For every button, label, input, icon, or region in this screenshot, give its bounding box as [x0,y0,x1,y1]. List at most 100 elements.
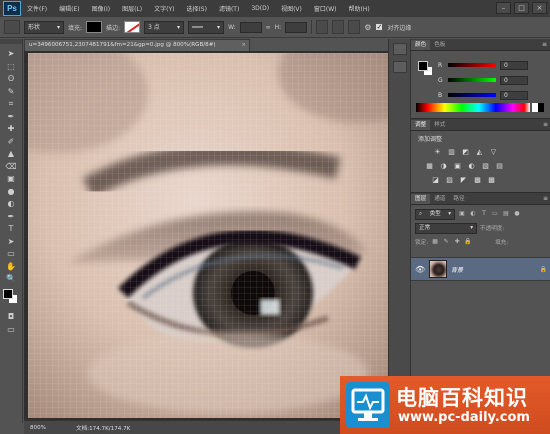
path-arrangement-icon[interactable] [348,20,361,34]
color-spectrum[interactable] [416,103,530,112]
stroke-size-select[interactable]: 3 点 ▾ [144,20,185,34]
green-slider[interactable] [448,78,496,82]
dodge-tool-icon[interactable]: ◐ [4,198,19,210]
invert-icon[interactable]: ◪ [431,176,440,185]
brush-tool-icon[interactable]: ✐ [4,136,19,148]
foreground-color-swatch[interactable] [418,61,428,71]
zoom-level[interactable]: 800% [30,425,46,431]
gradient-map-icon[interactable]: ▩ [473,176,482,185]
close-icon[interactable]: × [241,40,246,51]
path-alignment-icon[interactable] [332,20,345,34]
blend-mode-select[interactable]: 正常 ▾ [415,222,477,234]
fill-swatch[interactable] [86,21,103,33]
channel-mixer-icon[interactable]: ▧ [481,162,490,171]
menu-3d[interactable]: 3D(D) [251,5,269,12]
blue-value[interactable]: 0 [500,90,528,100]
layer-name[interactable]: 背景 [451,265,536,274]
filter-smart-object-icon[interactable]: ▤ [502,210,510,218]
exposure-icon[interactable]: ◭ [475,148,484,157]
green-value[interactable]: 0 [500,75,528,85]
close-button[interactable]: × [532,2,547,14]
eraser-tool-icon[interactable]: ⌫ [4,161,19,173]
eye-icon[interactable]: 👁 [415,265,425,274]
lock-position-icon[interactable]: ✚ [453,238,461,246]
tab-paths[interactable]: 路径 [449,194,468,204]
red-value[interactable]: 0 [500,60,528,70]
gradient-tool-icon[interactable]: ▣ [4,173,19,185]
menu-type[interactable]: 文字(Y) [154,4,174,13]
tab-layers[interactable]: 图层 [411,194,431,204]
canvas-eye-image[interactable] [28,53,398,418]
tab-color[interactable]: 颜色 [411,40,431,50]
width-field[interactable] [239,21,262,33]
color-lookup-icon[interactable]: ▤ [495,162,504,171]
lock-transparency-icon[interactable]: ▦ [431,238,439,246]
screen-mode-icon[interactable]: ▭ [4,324,19,336]
foreground-color-swatch[interactable] [3,289,13,299]
black-white-ramp[interactable] [532,103,544,112]
filter-adjustment-icon[interactable]: ◐ [469,210,477,218]
rectangle-tool-icon[interactable]: ▭ [4,248,19,260]
history-panel-icon[interactable] [392,43,407,55]
path-operations-icon[interactable] [316,20,329,34]
black-white-icon[interactable]: ▣ [453,162,462,171]
move-tool-icon[interactable]: ➤ [4,48,19,60]
tool-mode-select[interactable]: 形状 ▾ [24,20,64,34]
tab-swatches[interactable]: 色板 [430,40,449,50]
menu-edit[interactable]: 编辑(E) [59,4,79,13]
color-balance-icon[interactable]: ◑ [439,162,448,171]
zoom-tool-icon[interactable]: 🔍 [4,273,19,285]
layer-filter-select[interactable]: ⌕ 类型 ▾ [415,208,455,220]
maximize-button[interactable]: □ [514,2,529,14]
panel-menu-icon[interactable]: ≡ [543,193,548,204]
panel-grip[interactable] [0,39,22,44]
stroke-type-select[interactable]: ━━━ ▾ [188,20,225,34]
blur-tool-icon[interactable]: ● [4,186,19,198]
document-info[interactable]: 文档:174.7K/174.7K [76,424,130,432]
type-tool-icon[interactable]: T [4,223,19,235]
red-slider[interactable] [448,63,496,67]
clone-stamp-tool-icon[interactable]: ▲ [4,148,19,160]
color-panel-swatches[interactable] [418,61,434,77]
minimize-button[interactable]: – [496,2,511,14]
marquee-tool-icon[interactable]: ⬚ [4,61,19,73]
tab-channels[interactable]: 通道 [430,194,449,204]
stroke-swatch[interactable] [124,21,141,33]
levels-icon[interactable]: ▥ [447,148,456,157]
menu-file[interactable]: 文件(F) [27,4,47,13]
lock-pixels-icon[interactable]: ✎ [442,238,450,246]
hand-tool-icon[interactable]: ✋ [4,261,19,273]
filter-shape-icon[interactable]: ▭ [491,210,499,218]
menu-filter[interactable]: 滤镜(T) [219,4,239,13]
shape-tool-preset-icon[interactable] [4,20,20,34]
posterize-icon[interactable]: ▨ [445,176,454,185]
curves-icon[interactable]: ◩ [461,148,470,157]
selective-color-icon[interactable]: ▩ [487,176,496,185]
crop-tool-icon[interactable]: ⌗ [4,98,19,110]
filter-toggle-icon[interactable]: ● [513,210,521,218]
quick-mask-icon[interactable]: ◘ [4,311,19,323]
photo-filter-icon[interactable]: ◐ [467,162,476,171]
menu-image[interactable]: 图像(I) [92,4,110,13]
blue-slider[interactable] [448,93,496,97]
path-select-tool-icon[interactable]: ➤ [4,236,19,248]
vibrance-icon[interactable]: ▽ [489,148,498,157]
brightness-contrast-icon[interactable]: ☀ [433,148,442,157]
layer-row-background[interactable]: 👁 背景 🔒 [411,257,550,281]
menu-window[interactable]: 窗口(W) [314,4,337,13]
foreground-background-colors[interactable] [2,289,20,305]
healing-brush-tool-icon[interactable]: ✚ [4,123,19,135]
filter-pixel-icon[interactable]: ▣ [458,210,466,218]
pen-tool-icon[interactable]: ✒ [4,211,19,223]
filter-type-icon[interactable]: T [480,210,488,218]
menu-help[interactable]: 帮助(H) [349,4,370,13]
hue-saturation-icon[interactable]: ▦ [425,162,434,171]
menu-select[interactable]: 选择(S) [186,4,207,13]
align-edges-checkbox[interactable]: ✓ [375,23,384,31]
link-icon[interactable]: ∞ [266,24,271,31]
lasso-tool-icon[interactable]: ʘ [4,73,19,85]
properties-panel-icon[interactable] [392,61,407,73]
menu-view[interactable]: 视图(V) [281,4,302,13]
height-field[interactable] [285,21,308,33]
quick-select-tool-icon[interactable]: ✎ [4,86,19,98]
